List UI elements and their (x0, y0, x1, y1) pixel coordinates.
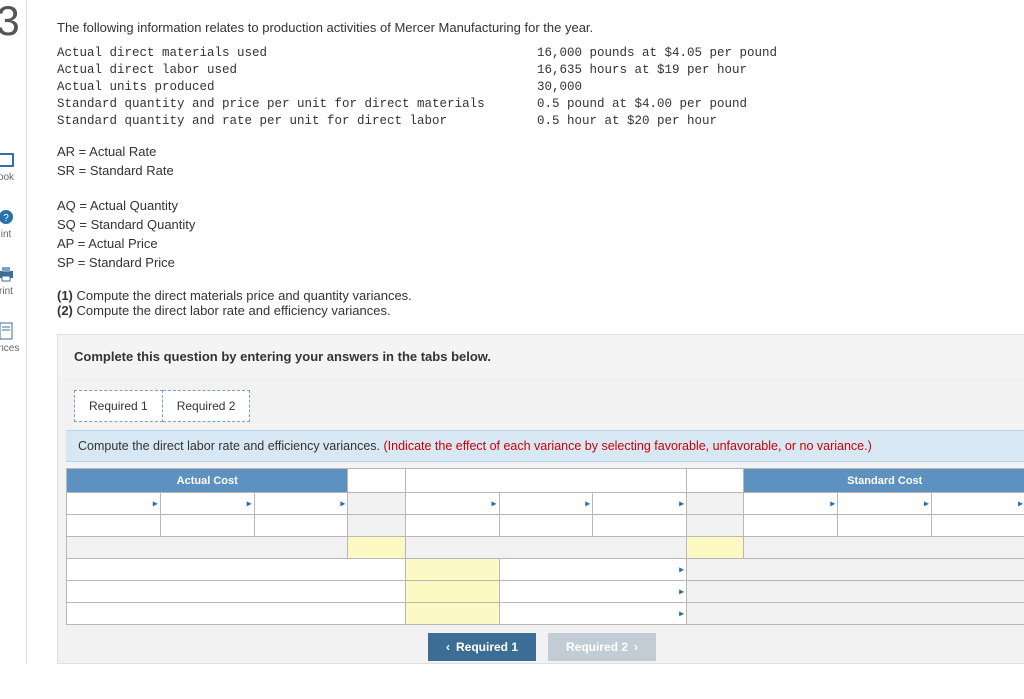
ebook-button[interactable]: ook (0, 150, 26, 183)
select-ap-1[interactable] (161, 493, 254, 514)
table-header-row: Actual Cost Standard Cost (67, 469, 1024, 493)
select-sp-2[interactable] (500, 493, 593, 514)
select-aq-2[interactable] (406, 493, 499, 514)
prev-button[interactable]: Required 1 (428, 633, 536, 661)
input-gap-1[interactable] (348, 537, 404, 558)
hint-button[interactable]: ? int (0, 207, 26, 240)
input-sq-3[interactable] (744, 515, 837, 536)
input-total-1[interactable] (255, 515, 348, 536)
select-favorable-2[interactable] (500, 581, 687, 602)
data-block: Actual direct materials used16,000 pound… (57, 45, 1024, 129)
tab-required-1[interactable]: Required 1 (74, 390, 163, 422)
table-row: ▸ (67, 603, 1024, 625)
content-area: The following information relates to pro… (27, 0, 1024, 664)
input-aq-1[interactable] (67, 515, 160, 536)
select-var-3[interactable] (932, 493, 1024, 514)
input-variance-label-2[interactable] (67, 581, 405, 602)
input-sp-3[interactable] (838, 515, 931, 536)
input-variance-label-3[interactable] (67, 603, 405, 624)
input-total-2[interactable] (593, 515, 686, 536)
answer-panel: Complete this question by entering your … (57, 334, 1024, 664)
input-variance-label-1[interactable] (67, 559, 405, 580)
input-gap-2[interactable] (687, 537, 743, 558)
hint-icon: ? (0, 207, 17, 227)
select-sp-3[interactable] (838, 493, 931, 514)
select-favorable-1[interactable] (500, 559, 687, 580)
select-aq-1[interactable] (67, 493, 160, 514)
panel-heading: Complete this question by entering your … (58, 335, 1024, 378)
table-row (67, 537, 1024, 559)
tab-required-2[interactable]: Required 2 (163, 390, 251, 422)
input-variance-amt-2[interactable] (406, 581, 499, 602)
table-row (67, 515, 1024, 537)
input-total-3[interactable] (932, 515, 1024, 536)
select-var-1[interactable] (255, 493, 348, 514)
input-sp-2[interactable] (500, 515, 593, 536)
intro-text: The following information relates to pro… (57, 20, 1024, 35)
col-standard-cost: Standard Cost (744, 469, 1024, 493)
select-sq-3[interactable] (744, 493, 837, 514)
question-number: 3 (0, 0, 20, 42)
svg-text:?: ? (3, 213, 9, 224)
variance-grid: Actual Cost Standard Cost ▸ ▸ ▸ ▸ ▸ (66, 468, 1024, 625)
col-actual-cost: Actual Cost (67, 469, 348, 493)
table-row: ▸ (67, 559, 1024, 581)
table-row: ▸ ▸ ▸ ▸ ▸ ▸ ▸ ▸ ▸ (67, 493, 1024, 515)
definitions-block-2: AQ = Actual Quantity SQ = Standard Quant… (57, 197, 1024, 272)
document-icon (0, 321, 17, 341)
next-button: Required 2 (548, 633, 656, 661)
select-var-2[interactable] (593, 493, 686, 514)
book-icon (0, 150, 17, 170)
tasks-block: (1) Compute the direct materials price a… (57, 288, 1024, 318)
select-favorable-3[interactable] (500, 603, 687, 624)
printer-icon (0, 264, 17, 284)
nav-buttons: Required 1 Required 2 (428, 633, 1024, 663)
instruction-bar: Compute the direct labor rate and effici… (66, 430, 1024, 462)
print-button[interactable]: rint (0, 264, 26, 297)
definitions-block-1: AR = Actual Rate SR = Standard Rate (57, 143, 1024, 181)
input-ap-1[interactable] (161, 515, 254, 536)
sidebar: 3 ook ? int rint ences (0, 0, 27, 664)
input-variance-amt-3[interactable] (406, 603, 499, 624)
tabs: Required 1 Required 2 (74, 390, 1024, 422)
input-aq-2[interactable] (406, 515, 499, 536)
references-button[interactable]: ences (0, 321, 26, 354)
input-variance-amt-1[interactable] (406, 559, 499, 580)
table-row: ▸ (67, 581, 1024, 603)
